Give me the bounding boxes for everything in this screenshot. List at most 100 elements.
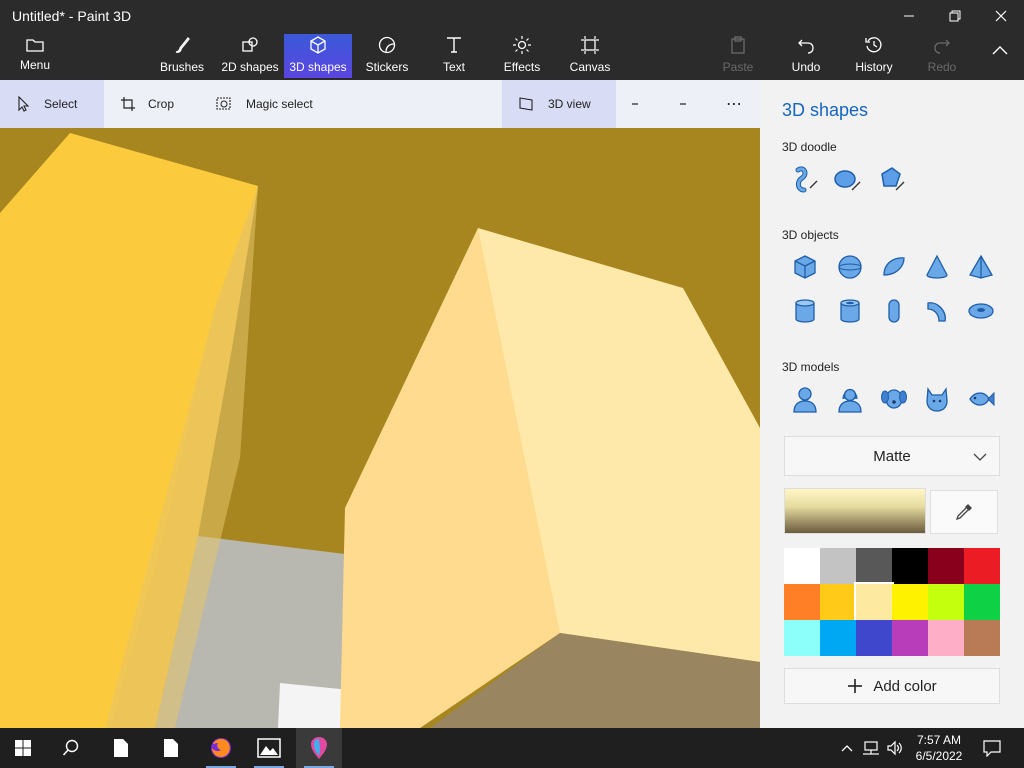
- color-swatch[interactable]: [854, 582, 894, 622]
- taskbar-photos[interactable]: [246, 728, 292, 768]
- action-label: Undo: [791, 60, 821, 74]
- select-label: Select: [44, 97, 78, 111]
- menu-button[interactable]: Menu: [10, 36, 60, 76]
- 3d-view-button[interactable]: 3D view: [502, 80, 616, 128]
- tube-shape-icon[interactable]: [835, 296, 865, 326]
- color-swatch[interactable]: [784, 620, 820, 656]
- color-swatch[interactable]: [928, 620, 964, 656]
- color-swatch[interactable]: [856, 620, 892, 656]
- hemisphere-shape-icon[interactable]: [879, 252, 909, 282]
- tube-doodle-icon[interactable]: [876, 164, 906, 194]
- plus-icon: [680, 103, 686, 105]
- tab-text[interactable]: Text: [428, 34, 480, 78]
- color-swatch[interactable]: [784, 584, 820, 620]
- brush-icon: [171, 34, 193, 56]
- photos-icon: [257, 738, 281, 758]
- cursor-icon: [18, 96, 30, 112]
- capsule-shape-icon[interactable]: [879, 296, 909, 326]
- color-swatch[interactable]: [928, 584, 964, 620]
- more-icon: ⋯: [726, 96, 742, 113]
- soft-edge-doodle-icon[interactable]: [832, 164, 862, 194]
- tab-canvas[interactable]: Canvas: [564, 34, 616, 78]
- tab-3d-shapes[interactable]: 3D shapes: [284, 34, 352, 78]
- curved-cylinder-shape-icon[interactable]: [922, 296, 952, 326]
- tab-brushes[interactable]: Brushes: [156, 34, 208, 78]
- color-swatch[interactable]: [820, 620, 856, 656]
- color-swatch[interactable]: [820, 584, 856, 620]
- minimize-icon: [904, 15, 914, 17]
- material-dropdown[interactable]: Matte: [784, 436, 1000, 476]
- folder-icon: [26, 39, 44, 52]
- add-color-button[interactable]: Add color: [784, 668, 1000, 704]
- 3d-view-icon: [519, 97, 533, 111]
- donut-shape-icon[interactable]: [966, 296, 996, 326]
- tab-effects[interactable]: Effects: [496, 34, 548, 78]
- color-swatch[interactable]: [964, 620, 1000, 656]
- taskbar-firefox[interactable]: [198, 728, 244, 768]
- speaker-icon: [887, 740, 902, 756]
- crop-label: Crop: [148, 97, 175, 111]
- zoom-out-button[interactable]: [630, 80, 650, 128]
- close-button[interactable]: [978, 0, 1024, 32]
- dog-model-icon[interactable]: [879, 384, 909, 414]
- color-palette: [784, 548, 1000, 656]
- tab-2d-shapes[interactable]: 2D shapes: [218, 34, 282, 78]
- collapse-ribbon-button[interactable]: [980, 40, 1020, 84]
- tab-label: Canvas: [569, 60, 611, 74]
- material-value: Matte: [873, 447, 911, 465]
- undo-button[interactable]: Undo: [780, 34, 832, 78]
- start-button[interactable]: [0, 728, 46, 768]
- history-button[interactable]: History: [846, 34, 902, 78]
- network-icon: [863, 741, 879, 755]
- taskbar-file-1[interactable]: [98, 728, 144, 768]
- window-title: Untitled* - Paint 3D: [12, 8, 132, 24]
- 3d-scene: [0, 128, 760, 728]
- color-swatch[interactable]: [964, 548, 1000, 584]
- color-swatch[interactable]: [856, 548, 892, 584]
- taskbar-paint-3d[interactable]: [296, 728, 342, 768]
- search-button[interactable]: [48, 728, 94, 768]
- history-icon: [863, 34, 885, 56]
- cone-shape-icon[interactable]: [922, 252, 952, 282]
- color-swatch[interactable]: [820, 548, 856, 584]
- zoom-in-button[interactable]: [678, 80, 698, 128]
- color-swatch[interactable]: [928, 548, 964, 584]
- woman-model-icon[interactable]: [835, 384, 865, 414]
- color-swatch[interactable]: [784, 548, 820, 584]
- color-swatch[interactable]: [892, 548, 928, 584]
- sharp-edge-doodle-icon[interactable]: [790, 164, 820, 194]
- magic-select-button[interactable]: Magic select: [216, 80, 346, 128]
- restore-button[interactable]: [932, 0, 978, 32]
- cube-shape-icon[interactable]: [790, 252, 820, 282]
- color-swatch[interactable]: [892, 620, 928, 656]
- system-clock[interactable]: 7:57 AM 6/5/2022: [910, 732, 968, 764]
- clock-date: 6/5/2022: [915, 749, 963, 763]
- sphere-shape-icon[interactable]: [835, 252, 865, 282]
- volume-button[interactable]: [884, 728, 906, 768]
- color-swatch[interactable]: [892, 584, 928, 620]
- paste-icon: [727, 34, 749, 56]
- network-button[interactable]: [860, 728, 882, 768]
- cat-model-icon[interactable]: [922, 384, 952, 414]
- crop-button[interactable]: Crop: [120, 80, 200, 128]
- eyedropper-button[interactable]: [930, 490, 998, 534]
- paste-button[interactable]: Paste: [712, 34, 764, 78]
- minimize-button[interactable]: [886, 0, 932, 32]
- menu-label: Menu: [19, 58, 51, 72]
- cylinder-shape-icon[interactable]: [790, 296, 820, 326]
- notifications-button[interactable]: [980, 728, 1004, 768]
- pyramid-shape-icon[interactable]: [966, 252, 996, 282]
- 3d-canvas[interactable]: [0, 128, 760, 728]
- models-section-label: 3D models: [782, 360, 840, 374]
- select-button[interactable]: Select: [0, 80, 104, 128]
- show-hidden-icons-button[interactable]: [836, 728, 858, 768]
- selected-color-preview[interactable]: [784, 488, 926, 534]
- tab-stickers[interactable]: Stickers: [360, 34, 414, 78]
- fish-model-icon[interactable]: [966, 384, 996, 414]
- taskbar-file-2[interactable]: [148, 728, 194, 768]
- man-model-icon[interactable]: [790, 384, 820, 414]
- tab-label: 2D shapes: [221, 60, 279, 74]
- redo-button[interactable]: Redo: [916, 34, 968, 78]
- color-swatch[interactable]: [964, 584, 1000, 620]
- more-options-button[interactable]: ⋯: [726, 80, 750, 128]
